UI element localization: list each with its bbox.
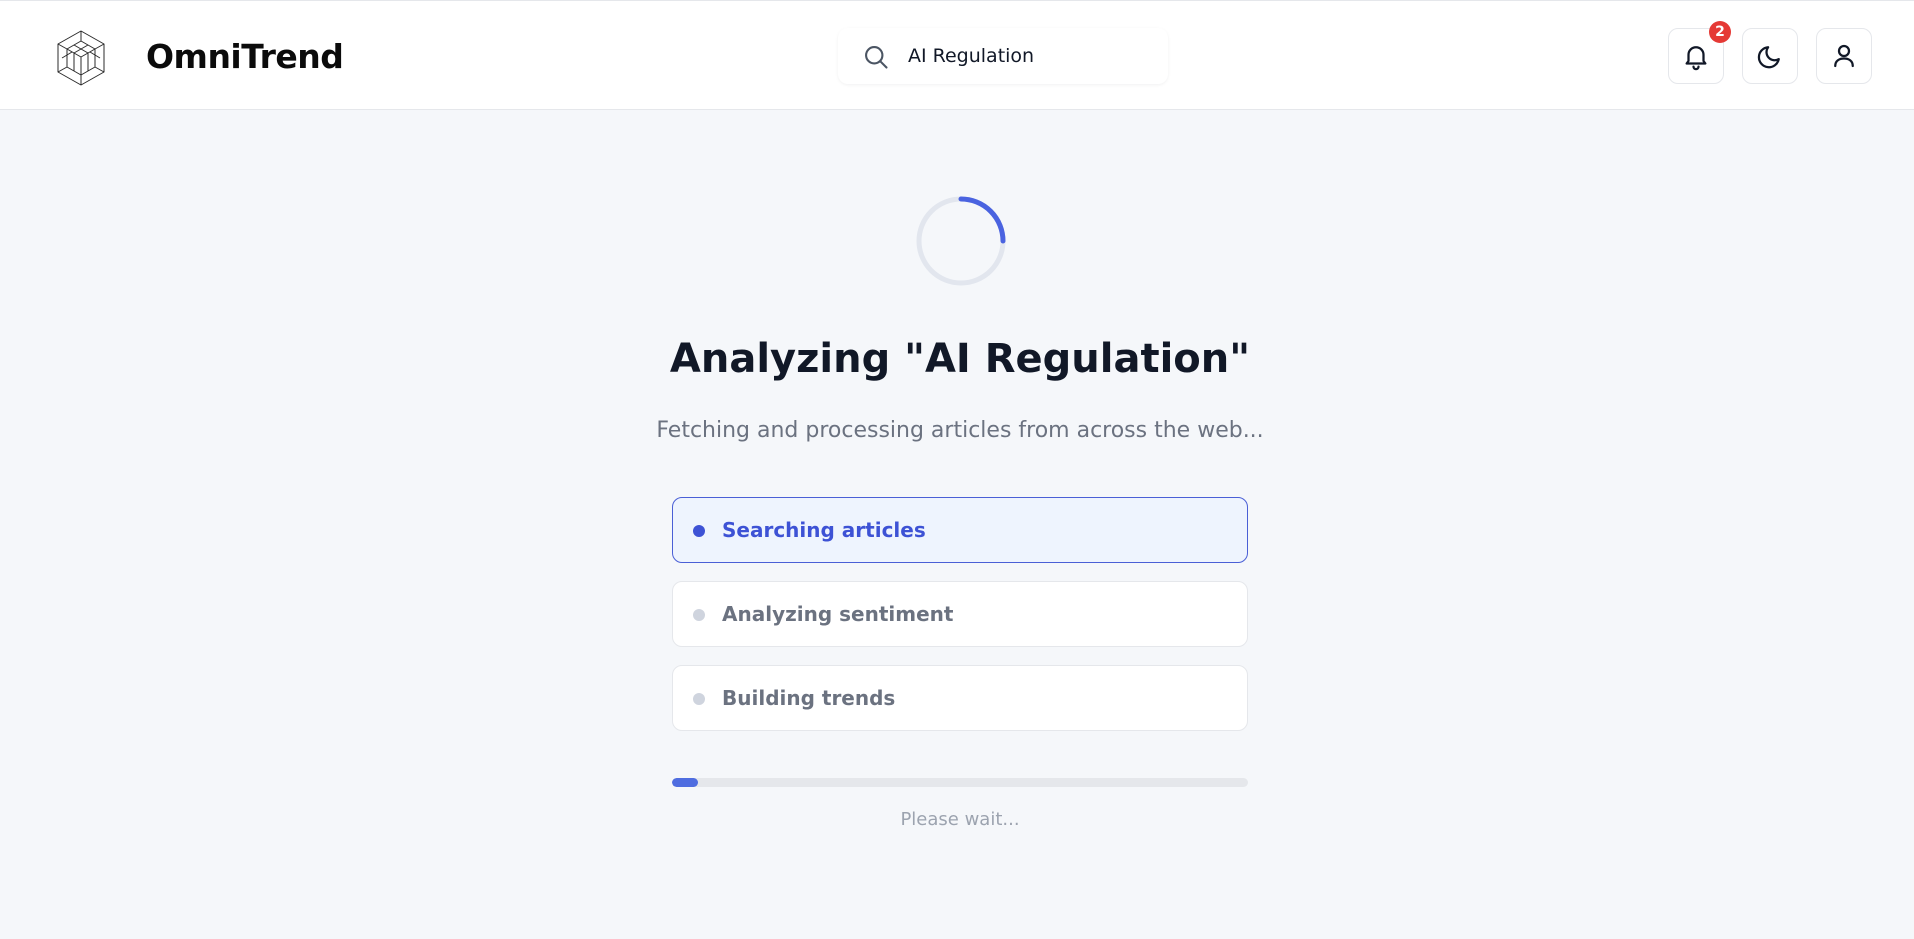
search-icon [865,46,888,69]
notification-count-badge: 2 [1709,21,1731,43]
progress-bar [672,778,1248,787]
step-analyzing-sentiment: Analyzing sentiment [672,581,1248,647]
step-building-trends: Building trends [672,665,1248,731]
analysis-subtitle: Fetching and processing articles from ac… [656,418,1264,443]
bell-icon [1685,46,1707,71]
user-icon [1834,44,1854,68]
theme-toggle-button[interactable] [1742,28,1798,84]
step-status-dot [693,693,705,705]
status-text: Please wait... [900,809,1020,830]
user-account-button[interactable] [1816,28,1872,84]
brand-name[interactable]: OmniTrend [146,37,344,76]
step-searching-articles: Searching articles [672,497,1248,563]
step-label: Searching articles [722,518,926,542]
progress-bar-fill [672,778,698,787]
logo-icon[interactable] [50,27,112,89]
search-bar[interactable] [838,28,1168,84]
step-label: Building trends [722,686,896,710]
search-input[interactable] [908,38,1148,74]
top-bar: OmniTrend 2 [0,0,1914,110]
loading-spinner-icon [916,196,1006,286]
step-status-dot [693,525,705,537]
step-status-dot [693,609,705,621]
notifications-button[interactable]: 2 [1668,21,1731,84]
analysis-heading: Analyzing "AI Regulation" [669,336,1251,382]
step-label: Analyzing sentiment [722,602,954,626]
moon-icon [1757,46,1780,69]
